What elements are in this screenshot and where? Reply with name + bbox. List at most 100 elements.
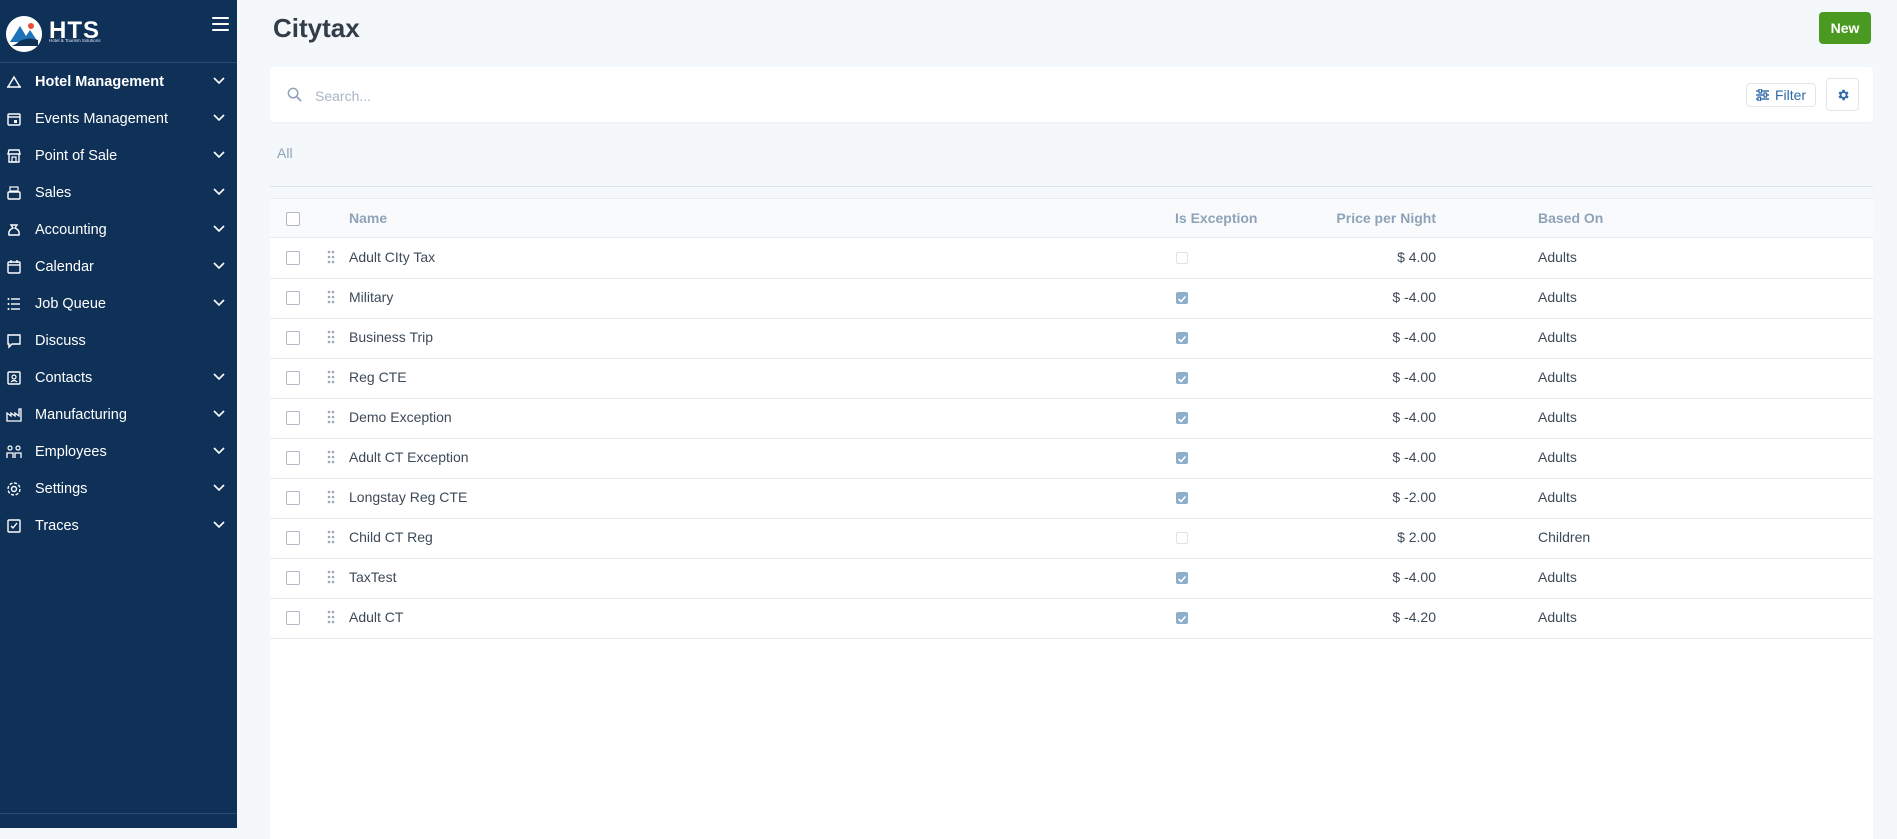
drag-handle-icon[interactable] bbox=[327, 570, 335, 584]
exception-checkbox-unchecked bbox=[1176, 532, 1188, 544]
sidebar-item-label: Employees bbox=[35, 443, 107, 460]
row-select-checkbox[interactable] bbox=[286, 331, 300, 345]
exception-checkbox-checked bbox=[1176, 412, 1188, 424]
sidebar-item-label: Calendar bbox=[35, 258, 94, 275]
sidebar-item-label: Sales bbox=[35, 184, 72, 201]
sidebar-item-employees[interactable]: Employees bbox=[0, 433, 237, 470]
sidebar-item-label: Settings bbox=[35, 480, 88, 497]
tab-all[interactable]: All bbox=[277, 145, 293, 161]
table-row[interactable]: Adult CT Exception $ -4.00 Adults bbox=[270, 438, 1873, 479]
menu-toggle-icon[interactable] bbox=[212, 17, 229, 33]
search-input[interactable] bbox=[313, 84, 1617, 108]
row-select-checkbox[interactable] bbox=[286, 491, 300, 505]
check-icon bbox=[1177, 495, 1187, 503]
logo-area: HTS Hotel & Tourism Solutions bbox=[0, 0, 237, 63]
row-select-checkbox[interactable] bbox=[286, 531, 300, 545]
table-row[interactable]: Adult CIty Tax $ 4.00 Adults bbox=[270, 238, 1873, 279]
table-row[interactable]: TaxTest $ -4.00 Adults bbox=[270, 558, 1873, 599]
sidebar-item-calendar[interactable]: Calendar bbox=[0, 248, 237, 285]
check-icon bbox=[1177, 615, 1187, 623]
cell-price: $ 4.00 bbox=[1397, 249, 1436, 265]
sidebar-item-discuss[interactable]: Discuss bbox=[0, 322, 237, 359]
cell-based-on: Adults bbox=[1538, 329, 1577, 345]
page-title: Citytax bbox=[273, 13, 360, 43]
drag-handle-icon[interactable] bbox=[327, 410, 335, 424]
exception-checkbox-unchecked bbox=[1176, 252, 1188, 264]
chevron-down-icon[interactable] bbox=[213, 521, 225, 529]
chevron-down-icon[interactable] bbox=[213, 299, 225, 307]
exception-checkbox-checked bbox=[1176, 452, 1188, 464]
hts-logo-icon bbox=[6, 16, 42, 52]
hotel-icon bbox=[6, 75, 22, 88]
sidebar-item-label: Events Management bbox=[35, 110, 168, 127]
table-row[interactable]: Adult CT $ -4.20 Adults bbox=[270, 598, 1873, 639]
sidebar-item-manufacturing[interactable]: Manufacturing bbox=[0, 396, 237, 433]
drag-handle-icon[interactable] bbox=[327, 370, 335, 384]
column-header-name[interactable]: Name bbox=[349, 210, 387, 226]
sidebar-item-settings[interactable]: Settings bbox=[0, 470, 237, 507]
chevron-down-icon[interactable] bbox=[213, 225, 225, 233]
table-row[interactable]: Reg CTE $ -4.00 Adults bbox=[270, 358, 1873, 399]
column-header-price[interactable]: Price per Night bbox=[1236, 210, 1436, 226]
cash-register-icon bbox=[7, 186, 21, 200]
cell-name: Reg CTE bbox=[349, 369, 407, 385]
tabs-divider bbox=[270, 186, 1873, 187]
drag-handle-icon[interactable] bbox=[327, 490, 335, 504]
chevron-down-icon[interactable] bbox=[213, 188, 225, 196]
select-all-checkbox[interactable] bbox=[286, 212, 300, 226]
sidebar-item-sales[interactable]: Sales bbox=[0, 174, 237, 211]
row-select-checkbox[interactable] bbox=[286, 571, 300, 585]
row-select-checkbox[interactable] bbox=[286, 251, 300, 265]
chevron-down-icon[interactable] bbox=[213, 447, 225, 455]
drag-handle-icon[interactable] bbox=[327, 450, 335, 464]
check-icon bbox=[1177, 415, 1187, 423]
drag-handle-icon[interactable] bbox=[327, 290, 335, 304]
cell-price: $ 2.00 bbox=[1397, 529, 1436, 545]
table-row[interactable]: Longstay Reg CTE $ -2.00 Adults bbox=[270, 478, 1873, 519]
chevron-down-icon[interactable] bbox=[213, 114, 225, 122]
sidebar-item-traces[interactable]: Traces bbox=[0, 507, 237, 544]
check-icon bbox=[1177, 335, 1187, 343]
calendar-event-icon bbox=[7, 113, 21, 126]
drag-handle-icon[interactable] bbox=[327, 330, 335, 344]
row-select-checkbox[interactable] bbox=[286, 291, 300, 305]
column-header-based-on[interactable]: Based On bbox=[1538, 210, 1603, 226]
factory-icon bbox=[6, 408, 22, 422]
sidebar-item-hotel-management[interactable]: Hotel Management bbox=[0, 63, 237, 100]
sidebar-item-contacts[interactable]: Contacts bbox=[0, 359, 237, 396]
drag-handle-icon[interactable] bbox=[327, 530, 335, 544]
row-select-checkbox[interactable] bbox=[286, 611, 300, 625]
table-row[interactable]: Business Trip $ -4.00 Adults bbox=[270, 318, 1873, 359]
table-row[interactable]: Military $ -4.00 Adults bbox=[270, 278, 1873, 319]
row-select-checkbox[interactable] bbox=[286, 411, 300, 425]
chevron-down-icon[interactable] bbox=[213, 484, 225, 492]
filter-button[interactable]: Filter bbox=[1746, 83, 1816, 107]
sidebar-item-job-queue[interactable]: Job Queue bbox=[0, 285, 237, 322]
cell-based-on: Adults bbox=[1538, 289, 1577, 305]
drag-handle-icon[interactable] bbox=[327, 250, 335, 264]
column-header-exception[interactable]: Is Exception bbox=[1175, 210, 1257, 226]
chevron-down-icon[interactable] bbox=[213, 151, 225, 159]
sidebar-item-point-of-sale[interactable]: Point of Sale bbox=[0, 137, 237, 174]
sidebar-item-accounting[interactable]: Accounting bbox=[0, 211, 237, 248]
drag-handle-icon[interactable] bbox=[327, 610, 335, 624]
row-select-checkbox[interactable] bbox=[286, 451, 300, 465]
cell-name: Adult CT Exception bbox=[349, 449, 469, 465]
cell-name: TaxTest bbox=[349, 569, 397, 585]
chevron-down-icon[interactable] bbox=[213, 410, 225, 418]
table-row[interactable]: Demo Exception $ -4.00 Adults bbox=[270, 398, 1873, 439]
chevron-down-icon[interactable] bbox=[213, 373, 225, 381]
cell-name: Longstay Reg CTE bbox=[349, 489, 468, 505]
chevron-down-icon[interactable] bbox=[213, 262, 225, 270]
cell-name: Business Trip bbox=[349, 329, 434, 345]
sidebar-item-label: Hotel Management bbox=[35, 73, 164, 90]
chevron-down-icon[interactable] bbox=[213, 77, 225, 85]
row-select-checkbox[interactable] bbox=[286, 371, 300, 385]
sidebar-item-events-management[interactable]: Events Management bbox=[0, 100, 237, 137]
money-bag-icon bbox=[8, 224, 20, 236]
table-row[interactable]: Child CT Reg $ 2.00 Children bbox=[270, 518, 1873, 559]
exception-checkbox-checked bbox=[1176, 572, 1188, 584]
new-button[interactable]: New bbox=[1819, 12, 1871, 44]
settings-button[interactable] bbox=[1826, 78, 1859, 111]
search-icon bbox=[287, 87, 302, 102]
